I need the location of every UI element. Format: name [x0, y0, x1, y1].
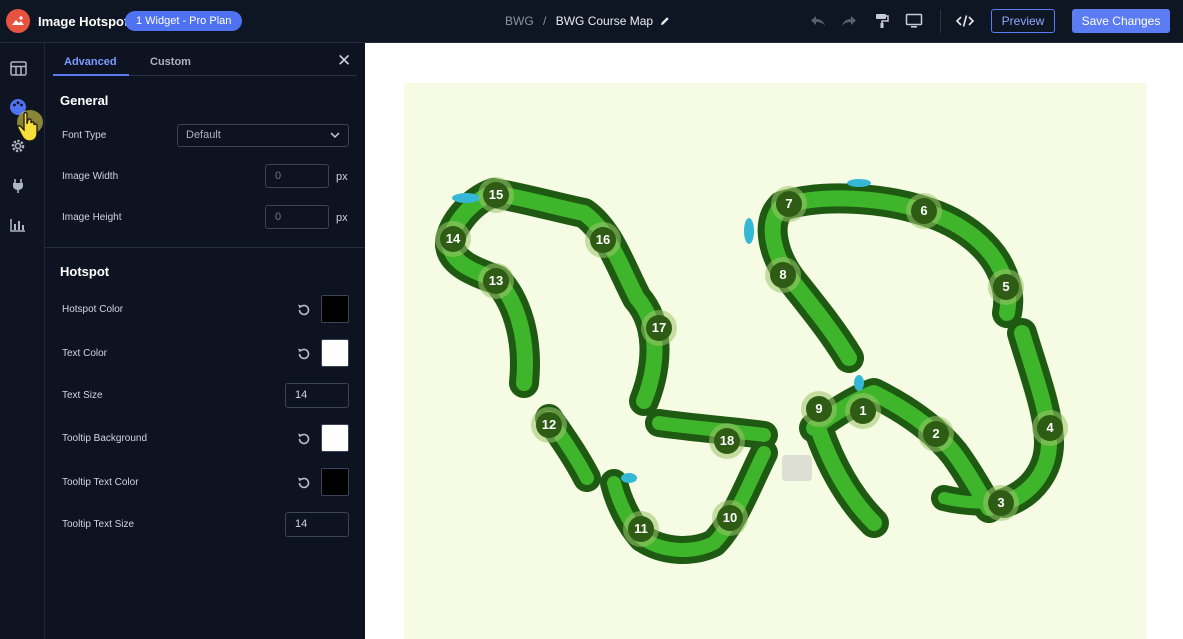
text-color-label: Text Color [62, 348, 108, 359]
active-tab-underline [53, 74, 129, 76]
hand-pointer-cursor-icon [14, 108, 48, 146]
text-size-input[interactable]: 14 [285, 383, 349, 408]
hotspot-marker[interactable]: 1 [850, 398, 876, 424]
chart-icon[interactable] [8, 215, 28, 235]
redo-icon[interactable] [840, 12, 858, 30]
hotspot-marker[interactable]: 9 [806, 396, 832, 422]
hotspot-marker[interactable]: 18 [714, 428, 740, 454]
font-type-value: Default [186, 129, 221, 141]
course-map-illustration [435, 178, 1064, 564]
settings-panel: Advanced Custom ✕ General Font Type Defa… [45, 43, 365, 639]
top-bar: Image Hotspot 1 Widget - Pro Plan BWG / … [0, 0, 1183, 43]
hotspot-color-swatch[interactable] [321, 295, 349, 323]
app-title: Image Hotspot [38, 14, 129, 29]
image-width-input[interactable] [265, 164, 329, 188]
hotspot-marker[interactable]: 16 [590, 227, 616, 253]
text-size-label: Text Size [62, 390, 103, 401]
tooltip-text-color-label: Tooltip Text Color [62, 477, 139, 488]
breadcrumb-separator: / [543, 14, 547, 28]
paint-roller-icon[interactable] [873, 12, 891, 30]
tooltip-text-size-input[interactable]: 14 [285, 512, 349, 537]
hotspot-marker[interactable]: 15 [483, 182, 509, 208]
close-icon[interactable]: ✕ [337, 52, 351, 69]
image-height-label: Image Height [62, 212, 122, 223]
layout-icon[interactable] [8, 58, 28, 78]
undo-icon[interactable] [809, 12, 827, 30]
hotspot-marker[interactable]: 3 [988, 490, 1014, 516]
breadcrumb: BWG / BWG Course Map [505, 14, 670, 29]
hotspot-marker[interactable]: 4 [1037, 415, 1063, 441]
plan-badge[interactable]: 1 Widget - Pro Plan [125, 11, 243, 31]
hotspot-marker[interactable]: 2 [923, 421, 949, 447]
reset-icon[interactable] [296, 431, 312, 447]
text-color-swatch[interactable] [321, 339, 349, 367]
font-type-label: Font Type [62, 130, 107, 141]
tab-custom[interactable]: Custom [150, 56, 191, 68]
hotspot-color-label: Hotspot Color [62, 304, 124, 315]
image-height-unit: px [336, 212, 348, 224]
app-logo-icon [6, 9, 30, 33]
hotspot-marker[interactable]: 12 [536, 412, 562, 438]
hotspot-marker[interactable]: 5 [993, 274, 1019, 300]
code-icon[interactable] [956, 12, 974, 30]
plug-icon[interactable] [8, 176, 28, 196]
hotspot-marker[interactable]: 11 [628, 516, 654, 542]
hotspot-marker[interactable]: 7 [776, 191, 802, 217]
tab-advanced[interactable]: Advanced [64, 56, 117, 68]
breadcrumb-root[interactable]: BWG [505, 14, 534, 28]
section-divider [45, 247, 365, 248]
general-section-title: General [60, 93, 109, 108]
save-changes-button[interactable]: Save Changes [1072, 9, 1170, 33]
reset-icon[interactable] [296, 346, 312, 362]
panel-tabs: Advanced Custom [53, 54, 357, 76]
hotspot-marker[interactable]: 8 [770, 262, 796, 288]
preview-button[interactable]: Preview [991, 9, 1055, 33]
tooltip-background-label: Tooltip Background [62, 433, 148, 444]
image-width-label: Image Width [62, 171, 119, 182]
course-map-image[interactable]: 15 14 16 13 17 7 6 8 5 9 1 12 18 2 4 3 1… [404, 83, 1146, 639]
desktop-view-icon[interactable] [905, 12, 923, 30]
hotspot-marker[interactable]: 10 [717, 505, 743, 531]
hotspot-section-title: Hotspot [60, 264, 110, 279]
hotspot-marker[interactable]: 14 [440, 226, 466, 252]
font-type-select[interactable]: Default [177, 124, 349, 147]
tooltip-text-size-label: Tooltip Text Size [62, 519, 135, 530]
toolbar-divider [940, 10, 941, 33]
edit-pencil-icon[interactable] [660, 15, 670, 29]
tooltip-text-color-swatch[interactable] [321, 468, 349, 496]
hotspot-marker[interactable]: 17 [646, 315, 672, 341]
preview-canvas: 15 14 16 13 17 7 6 8 5 9 1 12 18 2 4 3 1… [365, 43, 1183, 639]
chevron-down-icon [330, 132, 340, 139]
breadcrumb-current: BWG Course Map [555, 14, 654, 28]
image-height-input[interactable] [265, 205, 329, 229]
reset-icon[interactable] [296, 302, 312, 318]
hotspot-marker[interactable]: 13 [483, 268, 509, 294]
tooltip-background-swatch[interactable] [321, 424, 349, 452]
reset-icon[interactable] [296, 475, 312, 491]
image-width-unit: px [336, 171, 348, 183]
hotspot-marker[interactable]: 6 [911, 198, 937, 224]
